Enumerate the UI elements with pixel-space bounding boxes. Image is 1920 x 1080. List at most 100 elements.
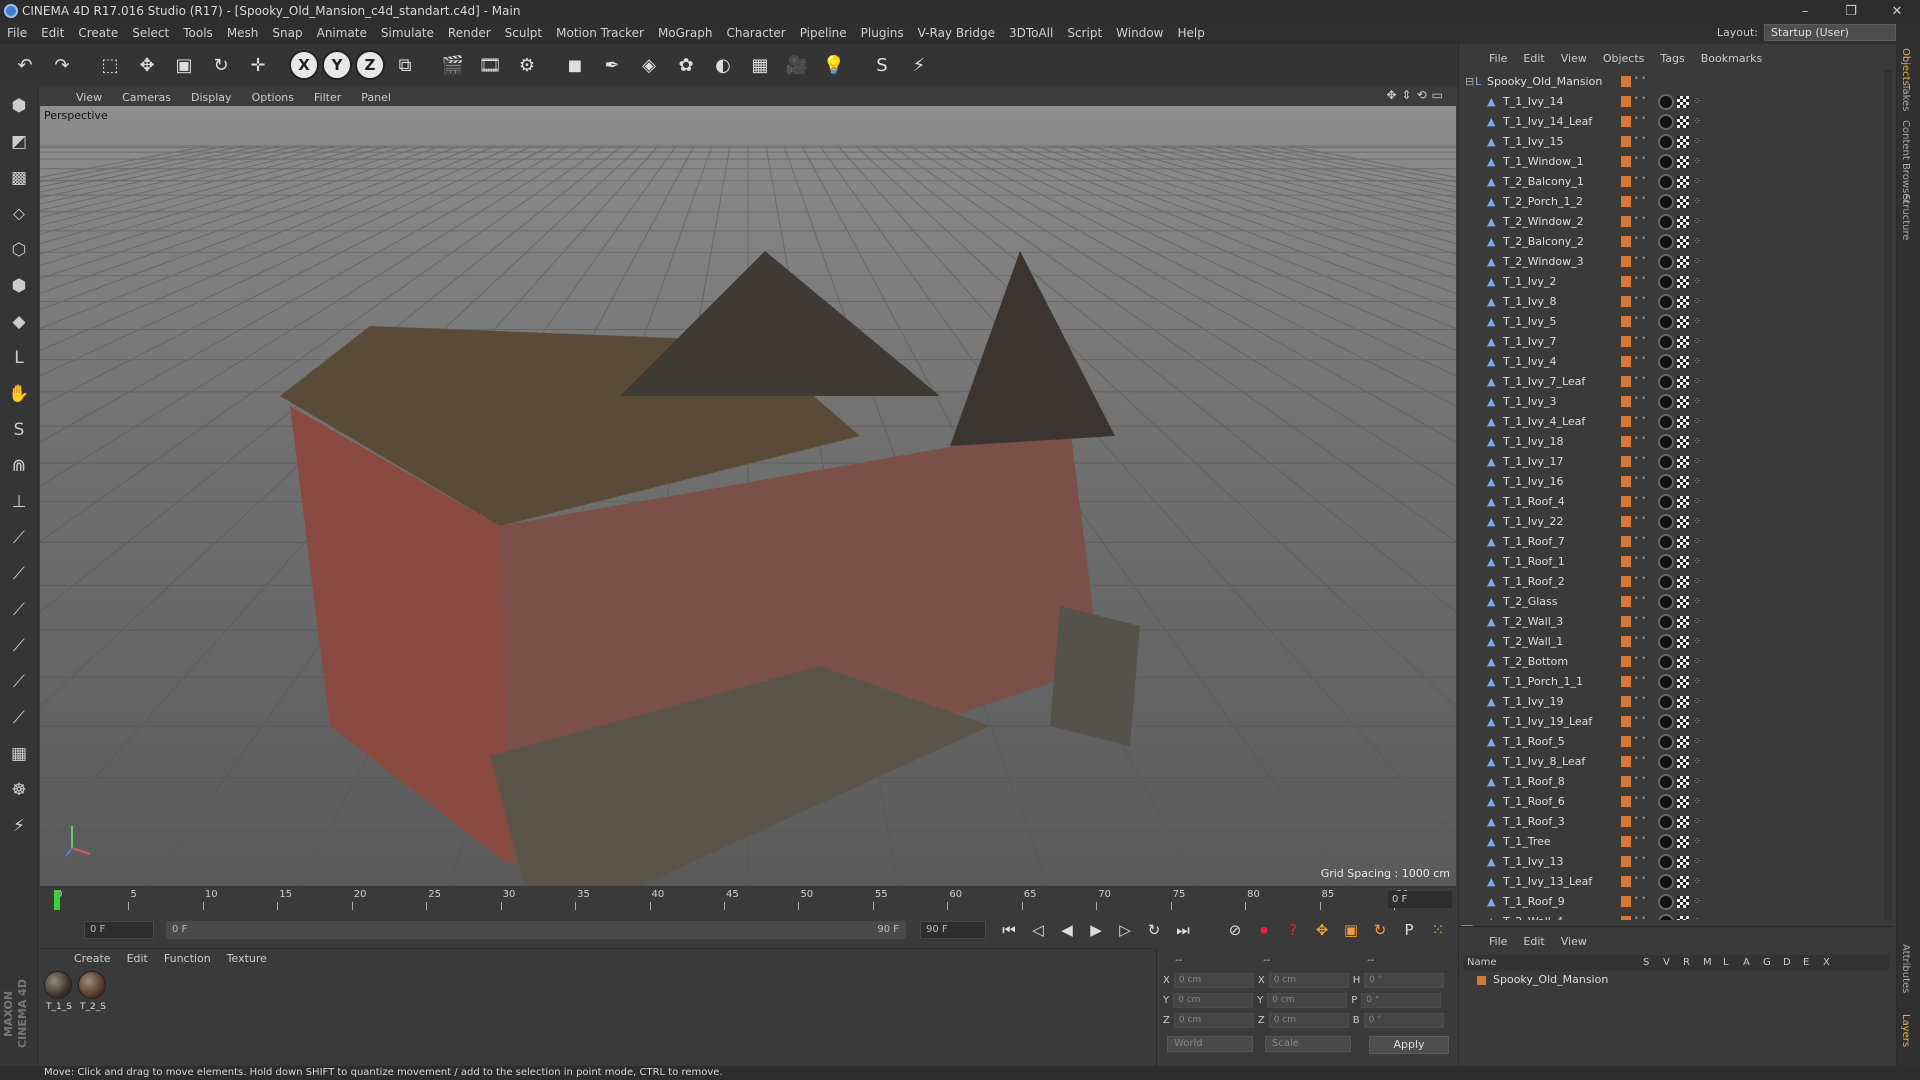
- uvw-tag-icon[interactable]: ⁘: [1693, 676, 1701, 688]
- object-row[interactable]: ▲ T_1_Ivy_19 • • ⁘: [1463, 692, 1881, 712]
- uvw-tag-icon[interactable]: ⁘: [1693, 856, 1701, 868]
- menu-3dtoall[interactable]: 3DToAll: [1002, 26, 1060, 40]
- layer-column-header[interactable]: E: [1803, 955, 1809, 971]
- object-row[interactable]: ▲ T_1_Ivy_5 • • ⁘: [1463, 312, 1881, 332]
- render-settings-icon[interactable]: ⚙: [510, 48, 544, 82]
- side-tab-attributes[interactable]: Attributes: [1900, 944, 1911, 993]
- material-tag-icon[interactable]: [1658, 794, 1674, 810]
- menu-tools[interactable]: Tools: [176, 26, 220, 40]
- texture-tag-icon[interactable]: [1677, 856, 1689, 868]
- uvw-tag-icon[interactable]: ⁘: [1693, 696, 1701, 708]
- workplane-icon[interactable]: ⬦: [3, 198, 35, 230]
- visibility-dots[interactable]: • •: [1634, 915, 1646, 921]
- material-tag-icon[interactable]: [1658, 354, 1674, 370]
- material-menu-create[interactable]: Create: [66, 952, 119, 965]
- object-root-row[interactable]: ⊟ L Spooky_Old_Mansion • •: [1463, 72, 1881, 92]
- uvw-tag-icon[interactable]: ⁘: [1693, 616, 1701, 628]
- texture-mode-icon[interactable]: ▩: [3, 162, 35, 194]
- object-row[interactable]: ▲ T_1_Ivy_4 • • ⁘: [1463, 352, 1881, 372]
- visibility-dots[interactable]: • •: [1634, 195, 1646, 208]
- layer-color-tag[interactable]: [1621, 376, 1631, 387]
- texture-tag-icon[interactable]: [1677, 796, 1689, 808]
- visibility-dots[interactable]: • •: [1634, 395, 1646, 408]
- layer-color-tag[interactable]: [1621, 856, 1631, 867]
- coord-value-field[interactable]: 0 °: [1363, 1012, 1444, 1028]
- uvw-tag-icon[interactable]: ⁘: [1693, 256, 1701, 268]
- play-back-icon[interactable]: ◀: [1054, 917, 1080, 943]
- visibility-dots[interactable]: • •: [1634, 335, 1646, 348]
- move-icon[interactable]: ✥: [130, 48, 164, 82]
- render-picture-viewer-icon[interactable]: 🎞: [473, 48, 507, 82]
- texture-tag-icon[interactable]: [1677, 776, 1689, 788]
- coord-space-dropdown[interactable]: World: [1167, 1036, 1253, 1052]
- material-tag-icon[interactable]: [1658, 334, 1674, 350]
- object-row[interactable]: ▲ T_1_Ivy_8_Leaf • • ⁘: [1463, 752, 1881, 772]
- layer-color-tag[interactable]: [1621, 456, 1631, 467]
- uvw-tag-icon[interactable]: ⁘: [1693, 336, 1701, 348]
- texture-tag-icon[interactable]: [1677, 176, 1689, 188]
- material-tag-icon[interactable]: [1658, 254, 1674, 270]
- param-key-icon[interactable]: P: [1396, 917, 1422, 943]
- uvw-tag-icon[interactable]: ⁘: [1693, 216, 1701, 228]
- script-icon[interactable]: S: [865, 48, 899, 82]
- motion-record-icon[interactable]: ⊘: [1222, 917, 1248, 943]
- object-row[interactable]: ▲ T_1_Ivy_4_Leaf • • ⁘: [1463, 412, 1881, 432]
- texture-tag-icon[interactable]: [1677, 816, 1689, 828]
- rot-key-icon[interactable]: ↻: [1367, 917, 1393, 943]
- object-row[interactable]: ▲ T_2_Porch_1_2 • • ⁘: [1463, 192, 1881, 212]
- layer-color-tag[interactable]: [1621, 436, 1631, 447]
- visibility-dots[interactable]: • •: [1634, 755, 1646, 768]
- uvw-tag-icon[interactable]: ⁘: [1693, 96, 1701, 108]
- texture-tag-icon[interactable]: [1677, 156, 1689, 168]
- quantize-icon[interactable]: ▦: [3, 738, 35, 770]
- layer-color-tag[interactable]: [1621, 336, 1631, 347]
- object-row[interactable]: ▲ T_1_Ivy_8 • • ⁘: [1463, 292, 1881, 312]
- material-tag-icon[interactable]: [1658, 854, 1674, 870]
- material-tag-icon[interactable]: [1658, 94, 1674, 110]
- rotate-icon[interactable]: ↻: [204, 48, 238, 82]
- layer-menu-edit[interactable]: Edit: [1515, 935, 1552, 948]
- pos-key-icon[interactable]: ✥: [1309, 917, 1335, 943]
- texture-tag-icon[interactable]: [1677, 216, 1689, 228]
- layer-color-tag[interactable]: [1621, 696, 1631, 707]
- redo-icon[interactable]: ↷: [45, 48, 79, 82]
- texture-tag-icon[interactable]: [1677, 576, 1689, 588]
- layer-color-tag[interactable]: [1621, 916, 1631, 920]
- coord-mode-dropdown[interactable]: Scale: [1265, 1036, 1351, 1052]
- layer-color-tag[interactable]: [1621, 416, 1631, 427]
- uvw-tag-icon[interactable]: ⁘: [1693, 916, 1701, 920]
- snap-2-icon[interactable]: ⟋: [3, 558, 35, 590]
- layer-color-tag[interactable]: [1621, 396, 1631, 407]
- object-row[interactable]: ▲ T_2_Window_3 • • ⁘: [1463, 252, 1881, 272]
- material-tag-icon[interactable]: [1658, 414, 1674, 430]
- python-console-icon[interactable]: ⚡: [3, 810, 35, 842]
- coord-value-field[interactable]: 0 cm: [1173, 972, 1254, 988]
- material-item[interactable]: T_1_S: [44, 971, 74, 1012]
- uvw-tag-icon[interactable]: ⁘: [1693, 756, 1701, 768]
- material-tag-icon[interactable]: [1658, 114, 1674, 130]
- layer-color-tag[interactable]: [1621, 836, 1631, 847]
- uvw-tag-icon[interactable]: ⁘: [1693, 376, 1701, 388]
- material-tag-icon[interactable]: [1658, 614, 1674, 630]
- object-row[interactable]: ▲ T_1_Ivy_13 • • ⁘: [1463, 852, 1881, 872]
- texture-tag-icon[interactable]: [1677, 416, 1689, 428]
- layer-column-header[interactable]: G: [1763, 955, 1771, 971]
- object-row[interactable]: ▲ T_2_Bottom • • ⁘: [1463, 652, 1881, 672]
- menu-motion-tracker[interactable]: Motion Tracker: [549, 26, 651, 40]
- side-tab-objects[interactable]: Objects: [1900, 48, 1911, 86]
- uvw-tag-icon[interactable]: ⁘: [1693, 816, 1701, 828]
- visibility-dots[interactable]: • •: [1634, 735, 1646, 748]
- autokey-icon[interactable]: ?: [1280, 917, 1306, 943]
- y-axis-icon[interactable]: Y: [322, 50, 352, 80]
- material-tag-icon[interactable]: [1658, 574, 1674, 590]
- material-tag-icon[interactable]: [1658, 234, 1674, 250]
- visibility-dots[interactable]: • •: [1634, 635, 1646, 648]
- loop-icon[interactable]: ↻: [1141, 917, 1167, 943]
- uvw-tag-icon[interactable]: ⁘: [1693, 536, 1701, 548]
- material-tag-icon[interactable]: [1658, 134, 1674, 150]
- coord-value-field[interactable]: 0 cm: [1267, 992, 1348, 1008]
- material-tag-icon[interactable]: [1658, 774, 1674, 790]
- play-icon[interactable]: ▶: [1083, 917, 1109, 943]
- material-tag-icon[interactable]: [1658, 434, 1674, 450]
- material-tag-icon[interactable]: [1658, 634, 1674, 650]
